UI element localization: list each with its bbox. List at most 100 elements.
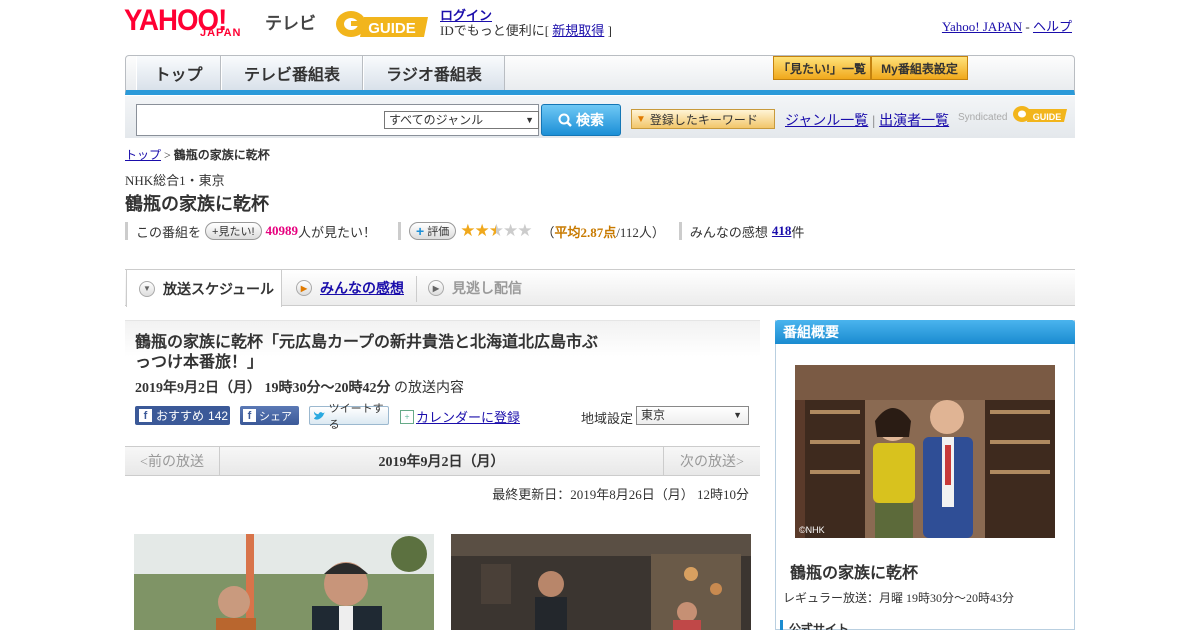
tab-tv-schedule[interactable]: テレビ番組表 [221,56,363,90]
breadcrumb-current: 鶴瓶の家族に乾杯 [173,148,270,162]
sidebar-program-title: 鶴瓶の家族に乾杯 [790,565,919,582]
impressions-prefix: みんなの感想 [689,224,768,240]
play-icon: ▶ [428,280,444,296]
mitai-prefix: この番組を [136,224,202,240]
facebook-recommend-count: 142 [208,408,229,423]
mitai-list-button[interactable]: 「見たい!」一覧 [773,56,871,80]
mitai-button[interactable]: +見たい! [205,222,262,240]
performers-list-link[interactable]: 出演者一覧 [879,114,949,129]
star-icon: ★ [517,221,532,240]
facebook-recommend-button[interactable]: f おすすめ 142 [135,406,230,425]
episode-title: 鶴瓶の家族に乾杯「元広島カープの新井貴浩と北海道北広島市ぶっつけ本番旅！」 [135,334,599,371]
twitter-bird-icon [313,411,325,420]
tab-impressions[interactable]: ▶ みんなの感想 [284,270,404,306]
divider [678,222,682,240]
tab-missed-label: 見逃し配信 [452,280,522,296]
region-select[interactable]: 東京 ▼ [636,406,749,425]
facebook-icon: f [243,409,256,422]
star-half-icon: ★ [488,221,504,240]
star-icon: ★ [502,221,518,240]
next-broadcast-link[interactable]: 次の放送> [663,447,760,475]
tv-logo-text[interactable]: テレビ [265,9,316,34]
genre-select[interactable]: すべてのジャンル ▼ [384,111,539,129]
breadcrumb-separator: > [161,148,174,162]
episode-date: 2019年9月2日（月） 19時30分～20時42分 の放送内容 [135,377,464,397]
link-separator: | [872,114,876,129]
rating-stars: ★★★★★ [460,221,532,241]
login-prompt-text: IDでもっと便利に[ [440,23,550,38]
impressions-suffix: 件 [791,224,805,240]
triangle-down-icon: ▼ [636,113,646,125]
yahoo-japan-logo-sub: JAPAN [200,27,242,39]
breadcrumb-top-link[interactable]: トップ [125,148,161,162]
tab-missed[interactable]: ▶ 見逃し配信 [416,270,522,306]
svg-text:GUIDE: GUIDE [1033,112,1062,122]
last-updated: 最終更新日：2019年8月26日（月） 12時10分 [492,487,749,502]
chevron-down-icon: ▼ [139,280,155,297]
gguide-logo[interactable]: GUIDE [334,7,432,41]
signup-link[interactable]: 新規取得 [552,23,604,38]
calendar-register[interactable]: + カレンダーに登録 [400,407,520,426]
registered-keywords-button[interactable]: ▼ 登録したキーワード [631,109,775,129]
star-icon: ★ [474,221,489,240]
genre-select-value: すべてのジャンル [389,113,484,127]
evaluate-label: 評価 [427,226,450,238]
search-button[interactable]: 検索 [541,104,621,136]
episode-photo-2 [451,534,751,630]
star-icon: ★ [460,221,475,240]
facebook-icon: f [139,409,152,422]
tab-radio-schedule[interactable]: ラジオ番組表 [363,56,505,90]
yahoo-japan-link[interactable]: Yahoo! JAPAN [942,19,1022,34]
svg-text:GUIDE: GUIDE [368,20,416,37]
impressions-count-link[interactable]: 418 [772,223,792,239]
tab-top[interactable]: トップ [136,56,221,90]
genre-list-link[interactable]: ジャンル一覧 [785,114,868,129]
mitai-button-label: 見たい! [218,226,255,238]
header-links: Yahoo! JAPAN - ヘルプ [942,16,1072,35]
divider [398,222,402,240]
login-prompt: IDでもっと便利に[ 新規取得 ] [440,20,612,39]
login-prompt-close: ] [607,23,612,38]
regular-broadcast-info: レギュラー放送：月曜 19時30分～20時43分 [783,591,1015,605]
registered-keywords-label: 登録したキーワード [649,112,758,127]
mitai-suffix: 人が見たい！ [298,224,377,240]
my-schedule-settings-button[interactable]: My番組表設定 [871,56,968,80]
evaluate-button[interactable]: + 評価 [409,222,457,240]
chevron-down-icon: ▼ [525,115,534,125]
tab-impressions-label[interactable]: みんなの感想 [320,278,404,298]
tweet-label: ツイートする [328,402,384,431]
gguide-small-logo: GUIDE [1013,106,1067,122]
tab-schedule-label: 放送スケジュール [163,280,275,297]
header-link-separator: - [1022,19,1033,34]
calendar-icon: + [400,409,414,424]
rating-open: （ [541,224,555,240]
region-select-value: 東京 [641,408,666,422]
channel-name: NHK総合1・東京 [125,173,225,188]
mitai-count: 40989 [265,223,299,238]
facebook-share-label: シェア [259,410,292,423]
search-links: ジャンル一覧 | 出演者一覧 [785,110,949,130]
facebook-share-button[interactable]: f シェア [240,406,299,425]
official-site-heading: 公式サイト [780,620,849,630]
program-meta-row: この番組を +見たい! 40989 人が見たい！ + 評価 ★★★★★ （平均2.… [125,221,804,241]
previous-broadcast-link[interactable]: <前の放送 [125,447,220,475]
episode-date-suffix: の放送内容 [394,381,464,396]
region-label: 地域設定 [581,411,634,426]
rating-average: 平均2.87点 [554,224,617,240]
chevron-down-icon: ▼ [733,410,742,420]
program-summary-heading: 番組概要 [775,320,1075,344]
tweet-button[interactable]: ツイートする [309,403,389,431]
syndicated-label: Syndicated [958,112,1008,123]
help-link[interactable]: ヘルプ [1033,19,1072,34]
program-photo: ©NHK [795,365,1055,538]
divider [125,222,128,240]
breadcrumb: トップ > 鶴瓶の家族に乾杯 [125,146,270,163]
search-button-label: 検索 [576,112,604,128]
calendar-register-link[interactable]: カレンダーに登録 [416,407,520,426]
photo-credit: ©NHK [799,525,825,535]
page-title: 鶴瓶の家族に乾杯 [125,194,269,214]
plus-icon: + [416,223,425,239]
tab-schedule[interactable]: ▼ 放送スケジュール [126,270,282,307]
episode-datetime: 2019年9月2日（月） 19時30分～20時42分 [135,381,391,396]
current-broadcast-date: 2019年9月2日（月） [378,455,505,470]
